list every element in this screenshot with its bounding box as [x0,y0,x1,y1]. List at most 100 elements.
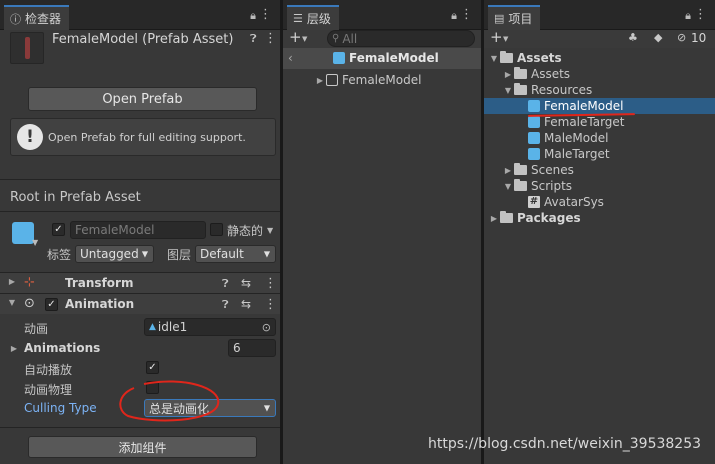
project-tree-item[interactable]: ▼ Scripts [484,178,715,194]
foldout-collapsed-icon[interactable]: ▶ [488,214,500,223]
tab-label: 检查器 [25,12,62,26]
prefab-cube-icon [12,222,34,244]
more-options-icon[interactable]: ⋮ [694,7,707,22]
help-icon[interactable]: ❓︎ [250,32,257,46]
animation-clip-field[interactable]: ▲ idle1 ⊙ [144,318,276,336]
search-icon: ⚲ [332,33,340,44]
gameobject-name-field[interactable]: FemaleModel [70,221,206,239]
chevron-down-icon: ▼ [263,249,270,259]
auto-play-checkbox[interactable]: ✓ [146,361,159,374]
lock-icon[interactable]: 🔒︎ [250,9,256,23]
foldout-collapsed-icon[interactable]: ▶ [314,76,326,85]
presets-icon[interactable]: ⇆ [241,276,251,290]
foldout-expanded-icon[interactable]: ▼ [6,298,18,307]
layer-dropdown[interactable]: Default ▼ [195,245,276,263]
transform-component-header[interactable]: ▶ ⊹ Transform ❓︎ ⇆ ⋮ [0,272,280,293]
transform-label: Transform [65,276,134,290]
chevron-down-icon: ▼ [263,403,270,413]
animations-foldout-icon[interactable]: ▶ [8,344,20,353]
open-prefab-button[interactable]: Open Prefab [28,87,257,111]
folder-icon [500,211,513,223]
prefab-cube-icon [528,116,540,128]
tab-inspector[interactable]: ⓘ 检查器 [4,5,70,30]
tab-label: 层级 [306,12,331,26]
help-icon[interactable]: ❓︎ [222,298,229,312]
project-tree-item[interactable]: ▶ Scenes [484,162,715,178]
root-label: Root in Prefab Asset [10,190,141,205]
more-options-icon[interactable]: ⋮ [460,7,473,22]
asset-title: FemaleModel (Prefab Asset) [52,32,234,47]
project-tree-item-label: Assets [531,67,571,81]
folder-icon [514,163,527,175]
animation-component-header[interactable]: ▼ ⊙ ✓ Animation ❓︎ ⇆ ⋮ [0,293,280,314]
object-picker-icon[interactable]: ⊙ [262,321,271,334]
project-tree-item[interactable]: MaleTarget [484,146,715,162]
auto-play-label: 自动播放 [24,363,73,377]
foldout-expanded-icon[interactable]: ▼ [502,86,514,95]
search-by-type-icon[interactable]: ♣ [628,31,638,44]
chevron-down-icon[interactable]: ▼ [302,35,307,43]
settings-icon[interactable]: ⋮ [264,31,277,46]
chevron-down-icon[interactable]: ▼ [503,35,508,43]
project-tree-item[interactable]: ▼ Resources [484,82,715,98]
foldout-expanded-icon[interactable]: ▼ [488,54,500,63]
search-placeholder: All [342,31,358,46]
project-tree-item-label: AvatarSys [544,195,604,209]
foldout-collapsed-icon[interactable]: ▶ [6,277,18,286]
gameobject-cube-icon [326,74,338,86]
tag-dropdown[interactable]: Untagged ▼ [75,245,154,263]
static-dropdown-arrow[interactable]: ▼ [267,226,273,235]
animations-count-field[interactable]: 6 [228,339,276,357]
project-tree-item[interactable]: MaleModel [484,130,715,146]
project-tree-item-label: Resources [531,83,593,97]
foldout-collapsed-icon[interactable]: ▶ [502,166,514,175]
foldout-expanded-icon[interactable]: ▼ [502,182,514,191]
active-checkbox[interactable]: ✓ [52,223,65,236]
add-icon[interactable]: + [289,28,302,46]
lock-icon[interactable]: 🔒︎ [451,9,457,23]
tab-hierarchy[interactable]: ☰ 层级 [287,5,339,30]
project-tree-item[interactable]: FemaleTarget [484,114,715,130]
watermark: https://blog.csdn.net/weixin_39538253 [428,436,702,452]
tag-value: Untagged [80,247,139,261]
help-icon[interactable]: ❓︎ [222,277,229,291]
search-by-label-icon[interactable]: ◆ [654,31,662,44]
back-arrow-icon[interactable]: ‹ [288,51,293,65]
layer-label: 图层 [167,248,192,262]
project-tree-item[interactable]: ▼ Assets [484,50,715,66]
hierarchy-tabbar: ☰ 层级 🔒︎ ⋮ [283,0,481,30]
presets-icon[interactable]: ⇆ [241,297,251,311]
hidden-packages-icon[interactable]: ⊘ [677,31,686,44]
project-tree-item[interactable]: ▶ Packages [484,210,715,226]
more-options-icon[interactable]: ⋮ [264,276,277,291]
add-icon[interactable]: + [490,28,503,46]
animation-field-label: 动画 [24,322,49,336]
inspector-panel: ⓘ 检查器 🔒︎ ⋮ FemaleModel (Prefab Asset) ❓︎… [0,0,280,464]
static-checkbox[interactable] [210,223,223,236]
project-tree-item[interactable]: # AvatarSys [484,194,715,210]
project-tree: ▼ Assets ▶ Assets ▼ Resources FemaleModel Femal… [484,50,715,464]
hierarchy-item[interactable]: ▶ FemaleModel [283,72,481,88]
project-tree-item[interactable]: FemaleModel [484,98,715,114]
prefab-cube-icon [333,52,345,64]
red-annotation-circle [119,380,220,422]
prefab-mode-header[interactable]: ‹ FemaleModel [283,48,481,69]
project-tabbar: ▤ 项目 🔒︎ ⋮ [484,0,715,30]
project-tree-item-label: Packages [517,211,581,225]
hierarchy-search-input[interactable]: ⚲ All [327,30,475,47]
project-tree-item-label: MaleModel [544,131,609,145]
more-options-icon[interactable]: ⋮ [264,297,277,312]
lock-icon[interactable]: 🔒︎ [685,9,691,23]
folder-icon [514,67,527,79]
foldout-collapsed-icon[interactable]: ▶ [502,70,514,79]
info-helpbox: ! Open Prefab for full editing support. [10,118,276,156]
tab-project[interactable]: ▤ 项目 [488,5,541,30]
list-icon: ☰ [293,12,303,25]
animation-clip-value: idle1 [157,320,188,334]
add-component-button[interactable]: 添加组件 [28,436,257,458]
animation-enabled-checkbox[interactable]: ✓ [45,298,58,311]
more-options-icon[interactable]: ⋮ [259,7,272,22]
project-tree-item[interactable]: ▶ Assets [484,66,715,82]
icon-dropdown-arrow[interactable]: ▼ [32,238,38,247]
layer-value: Default [200,247,244,261]
